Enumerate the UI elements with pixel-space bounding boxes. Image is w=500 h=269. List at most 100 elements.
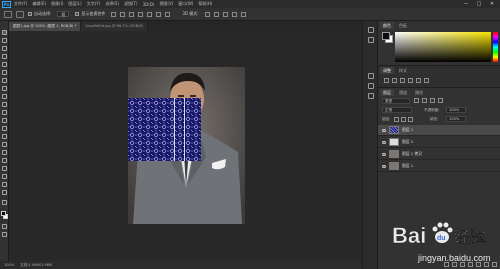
filter-adjustment-icon[interactable] [422,98,427,103]
menu-edit[interactable]: 编辑(E) [32,1,46,7]
lasso-tool-icon[interactable] [2,46,7,51]
filter-type-icon[interactable] [430,98,435,103]
type-tool-icon[interactable] [2,158,7,163]
character-panel-icon[interactable] [368,73,374,79]
visibility-eye-icon[interactable] [382,128,386,132]
pen-tool-icon[interactable] [2,150,7,155]
quick-mask-icon[interactable] [2,224,7,229]
lock-position-icon[interactable] [401,117,406,122]
menu-image[interactable]: 图像(I) [51,1,63,7]
zoom-level[interactable]: 100% [4,263,14,267]
lock-all-icon[interactable] [408,117,413,122]
auto-select-dropdown[interactable]: 组 [57,11,70,17]
menu-select[interactable]: 选择(S) [105,1,119,7]
document-canvas[interactable] [128,67,245,224]
exposure-icon[interactable] [408,78,413,83]
align-center-icon[interactable] [120,11,126,17]
hue-slider[interactable] [493,32,498,62]
filter-pixel-icon[interactable] [414,98,419,103]
quick-select-tool-icon[interactable] [2,54,7,59]
healing-brush-tool-icon[interactable] [2,86,7,91]
3d-pan-icon[interactable] [222,11,228,17]
properties-panel-icon[interactable] [368,37,374,43]
layer-name[interactable]: 图层 1 [402,127,413,133]
dodge-tool-icon[interactable] [2,142,7,147]
color-picker-field[interactable] [395,32,491,62]
lock-pixels-icon[interactable] [394,117,399,122]
maximize-button[interactable]: □ [473,0,485,8]
layer-row[interactable]: 图层 1 拷贝 [378,149,500,160]
3d-slide-icon[interactable] [231,11,237,17]
distribute-icon[interactable] [165,11,171,17]
history-brush-tool-icon[interactable] [2,110,7,115]
frame-tool-icon[interactable] [2,70,7,75]
eraser-tool-icon[interactable] [2,118,7,123]
clone-stamp-tool-icon[interactable] [2,102,7,107]
menu-view[interactable]: 视图(V) [159,1,173,7]
layer-name[interactable]: 图层 2 [402,139,413,145]
levels-icon[interactable] [392,78,397,83]
blend-mode-select[interactable]: 正常 [382,107,412,113]
menu-layer[interactable]: 图层(L) [68,1,81,7]
menu-window[interactable]: 窗口(W) [178,1,193,7]
eyedropper-tool-icon[interactable] [2,78,7,83]
move-tool-preset-icon[interactable] [16,10,24,18]
menu-filter[interactable]: 滤镜(T) [124,1,138,7]
rectangle-tool-icon[interactable] [2,174,7,179]
more-tools-icon[interactable] [2,200,7,205]
screen-mode-icon[interactable] [2,232,7,237]
align-top-icon[interactable] [138,11,144,17]
brush-tool-icon[interactable] [2,94,7,99]
path-selection-tool-icon[interactable] [2,166,7,171]
blur-tool-icon[interactable] [2,134,7,139]
align-middle-icon[interactable] [147,11,153,17]
crop-tool-icon[interactable] [2,62,7,67]
menu-3d[interactable]: 3D(D) [143,2,155,7]
tab-document-1[interactable]: 图层1.jpg @ 100% (图层 1, RGB/8) * [9,22,82,31]
move-tool-icon[interactable] [2,30,7,35]
home-icon[interactable] [4,10,12,18]
brush-settings-icon[interactable] [368,93,374,99]
tab-channels[interactable]: 通道 [396,89,410,96]
hand-tool-icon[interactable] [2,182,7,187]
document-info[interactable]: 文档:1.98M/1.98M [20,263,52,268]
layer-row[interactable]: 图层 1 [378,161,500,172]
align-left-icon[interactable] [111,11,117,17]
layer-name[interactable]: 图层 1 [402,163,413,169]
vibrance-icon[interactable] [416,78,421,83]
marquee-tool-icon[interactable] [2,38,7,43]
tab-color[interactable]: 颜色 [380,22,394,29]
filter-shape-icon[interactable] [438,98,443,103]
fill-input[interactable]: 100% [446,116,466,122]
brightness-icon[interactable] [384,78,389,83]
history-panel-icon[interactable] [368,27,374,33]
tab-paths[interactable]: 路径 [412,89,426,96]
layer-row[interactable]: 图层 2 [378,137,500,148]
zoom-tool-icon[interactable] [2,190,7,195]
layer-row[interactable]: 图层 1 [378,125,500,136]
close-button[interactable]: ✕ [486,0,498,8]
tab-document-2[interactable]: Ungd9d0d.jpg @ 66.7% (RGB/8) [81,22,149,31]
layer-name[interactable]: 图层 1 拷贝 [402,151,422,157]
layer-filter-kind[interactable]: 类型 [382,98,410,104]
curves-icon[interactable] [400,78,405,83]
menu-type[interactable]: 文字(Y) [87,1,101,7]
tab-adjustments[interactable]: 调整 [380,67,394,74]
3d-roll-icon[interactable] [213,11,219,17]
gradient-tool-icon[interactable] [2,126,7,131]
align-bottom-icon[interactable] [156,11,162,17]
hue-saturation-icon[interactable] [424,78,429,83]
tab-layers[interactable]: 图层 [380,89,394,96]
paragraph-panel-icon[interactable] [368,83,374,89]
tab-styles[interactable]: 样式 [396,67,410,74]
tab-swatches[interactable]: 色板 [396,22,410,29]
menu-help[interactable]: 帮助(H) [198,1,212,7]
visibility-eye-icon[interactable] [382,152,386,156]
auto-select-checkbox[interactable] [28,12,32,16]
visibility-eye-icon[interactable] [382,140,386,144]
3d-rotate-icon[interactable] [204,11,210,17]
menu-file[interactable]: 文件(F) [14,1,27,7]
show-transform-checkbox[interactable] [75,12,80,16]
foreground-color-swatch[interactable] [1,211,6,216]
visibility-eye-icon[interactable] [382,164,386,168]
